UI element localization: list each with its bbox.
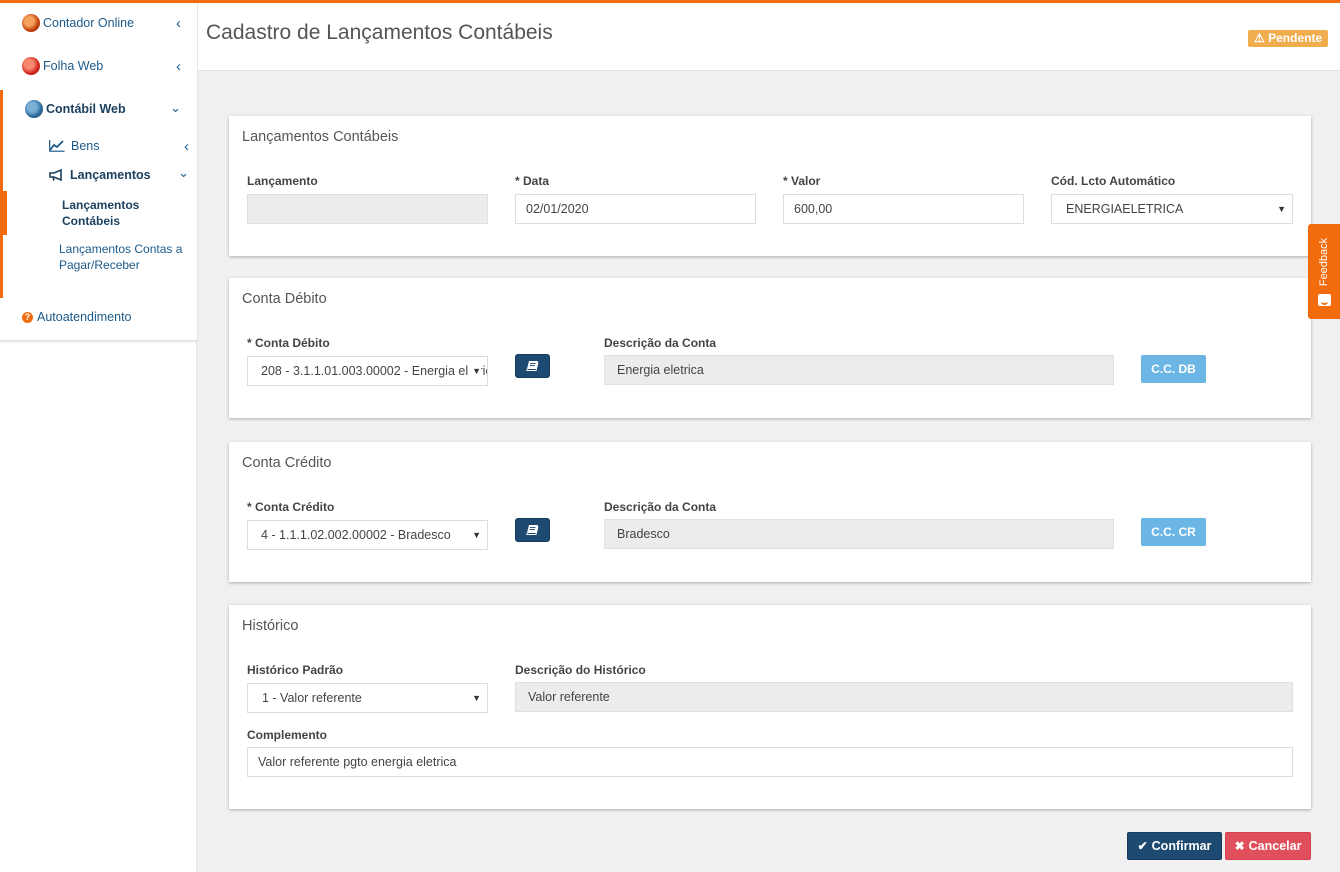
- contador-online-logo-icon: [22, 14, 40, 32]
- sidebar-item-contabil-web[interactable]: Contábil Web ⌄: [0, 94, 197, 124]
- descricao-conta-debito-field: Energia eletrica: [604, 355, 1114, 385]
- close-icon: ✖: [1234, 839, 1245, 853]
- conta-credito-select[interactable]: 4 - 1.1.1.02.002.00002 - Bradesco ▼: [247, 520, 488, 550]
- feedback-tab[interactable]: Feedback: [1308, 224, 1340, 319]
- book-icon: [526, 525, 539, 535]
- select-arrow-icon: ▼: [1277, 204, 1286, 214]
- cancel-button[interactable]: ✖ Cancelar: [1225, 832, 1311, 860]
- cod-lcto-select[interactable]: ENERGIAELETRICA ▼: [1051, 194, 1293, 224]
- data-input[interactable]: 02/01/2020: [515, 194, 756, 224]
- contabil-web-logo-icon: [25, 100, 43, 118]
- historico-padrao-value: 1 - Valor referente: [262, 691, 362, 705]
- select-arrow-icon: ▼: [468, 521, 481, 549]
- help-circle-icon: ?: [22, 312, 33, 323]
- descricao-conta-label: Descrição da Conta: [604, 336, 717, 350]
- warning-icon: ⚠: [1254, 31, 1265, 45]
- select-arrow-icon: ▼: [468, 357, 481, 385]
- chevron-left-icon: ‹: [176, 57, 181, 75]
- cod-lcto-label: Cód. Lcto Automático: [1051, 174, 1176, 188]
- sidebar-menu: Contador Online ‹ Folha Web ‹ Contábil W…: [0, 3, 197, 340]
- cc-db-button[interactable]: C.C. DB: [1141, 355, 1206, 383]
- chevron-left-icon: ‹: [184, 137, 189, 155]
- confirm-button-label: Confirmar: [1151, 839, 1212, 853]
- sidebar-item-label: Lançamentos: [70, 168, 151, 182]
- cod-lcto-value: ENERGIAELETRICA: [1066, 202, 1184, 216]
- card-title: Lançamentos Contábeis: [242, 129, 399, 145]
- valor-label: * Valor: [783, 174, 821, 188]
- cancel-button-label: Cancelar: [1248, 839, 1302, 853]
- sidebar-item-lancamentos-contabeis[interactable]: Lançamentos Contábeis: [62, 197, 182, 229]
- confirm-button[interactable]: ✔ Confirmar: [1127, 832, 1222, 860]
- lancamento-field: [247, 194, 488, 224]
- sidebar-active-indicator: [0, 191, 7, 235]
- sidebar-item-lancamentos-contas[interactable]: Lançamentos Contas a Pagar/Receber: [59, 241, 189, 273]
- conta-credito-label: * Conta Crédito: [247, 500, 335, 514]
- page-title: Cadastro de Lançamentos Contábeis: [206, 21, 553, 44]
- check-icon: ✔: [1137, 839, 1148, 853]
- book-icon: [526, 361, 539, 371]
- status-badge: ⚠ Pendente: [1248, 30, 1329, 47]
- sidebar-item-autoatendimento[interactable]: ? Autoatendimento: [0, 302, 197, 332]
- sidebar-item-label: Bens: [71, 139, 100, 153]
- complemento-label: Complemento: [247, 728, 328, 742]
- bullhorn-icon: [49, 168, 64, 182]
- sidebar-item-lancamentos[interactable]: Lançamentos ⌄: [0, 160, 197, 190]
- sidebar-item-bens[interactable]: Bens ‹: [0, 131, 197, 161]
- sidebar-item-folha-web[interactable]: Folha Web ‹: [0, 51, 197, 81]
- descricao-conta-credito-field: Bradesco: [604, 519, 1114, 549]
- card-title: Histórico: [242, 618, 299, 634]
- conta-credito-card: Conta Crédito * Conta Crédito 4 - 1.1.1.…: [229, 442, 1311, 582]
- search-conta-credito-button[interactable]: [515, 518, 550, 542]
- descricao-historico-label: Descrição do Histórico: [515, 663, 646, 677]
- card-title: Conta Crédito: [242, 455, 332, 471]
- chevron-down-icon: ⌄: [170, 100, 181, 115]
- sidebar-item-label: Folha Web: [43, 59, 104, 73]
- sidebar-item-contador-online[interactable]: Contador Online ‹: [0, 8, 197, 38]
- conta-debito-label: * Conta Débito: [247, 336, 330, 350]
- search-conta-debito-button[interactable]: [515, 354, 550, 378]
- conta-credito-value: 4 - 1.1.1.02.002.00002 - Bradesco: [261, 528, 451, 542]
- status-badge-label: Pendente: [1268, 31, 1323, 45]
- valor-input[interactable]: 600,00: [783, 194, 1024, 224]
- conta-debito-card: Conta Débito * Conta Débito 208 - 3.1.1.…: [229, 278, 1311, 418]
- card-title: Conta Débito: [242, 291, 327, 307]
- folha-web-logo-icon: [22, 57, 40, 75]
- feedback-label: Feedback: [1318, 237, 1330, 287]
- complemento-input[interactable]: Valor referente pgto energia eletrica: [247, 747, 1293, 777]
- historico-card: Histórico Histórico Padrão 1 - Valor ref…: [229, 605, 1311, 809]
- sidebar-item-label: Contador Online: [43, 16, 135, 30]
- historico-padrao-select[interactable]: 1 - Valor referente ▼: [247, 683, 488, 713]
- chart-line-icon: [49, 139, 65, 152]
- sidebar: Contador Online ‹ Folha Web ‹ Contábil W…: [0, 3, 197, 872]
- historico-padrao-label: Histórico Padrão: [247, 663, 344, 677]
- smiley-icon: [1318, 294, 1331, 306]
- descricao-historico-field: Valor referente: [515, 682, 1293, 712]
- page-header: Cadastro de Lançamentos Contábeis ⚠ Pend…: [198, 3, 1340, 71]
- lancamentos-card: Lançamentos Contábeis Lançamento * Data …: [229, 116, 1311, 256]
- sidebar-item-label: Autoatendimento: [37, 310, 132, 324]
- cc-cr-button[interactable]: C.C. CR: [1141, 518, 1206, 546]
- sidebar-item-label: Contábil Web: [46, 102, 126, 116]
- lancamento-label: Lançamento: [247, 174, 318, 188]
- data-label: * Data: [515, 174, 550, 188]
- chevron-left-icon: ‹: [176, 14, 181, 32]
- chevron-down-icon: ⌄: [178, 165, 189, 180]
- descricao-conta-label: Descrição da Conta: [604, 500, 717, 514]
- conta-debito-select[interactable]: 208 - 3.1.1.01.003.00002 - Energia eletr…: [247, 356, 488, 386]
- conta-debito-value: 208 - 3.1.1.01.003.00002 - Energia eletr…: [261, 364, 488, 378]
- select-arrow-icon: ▼: [472, 693, 481, 703]
